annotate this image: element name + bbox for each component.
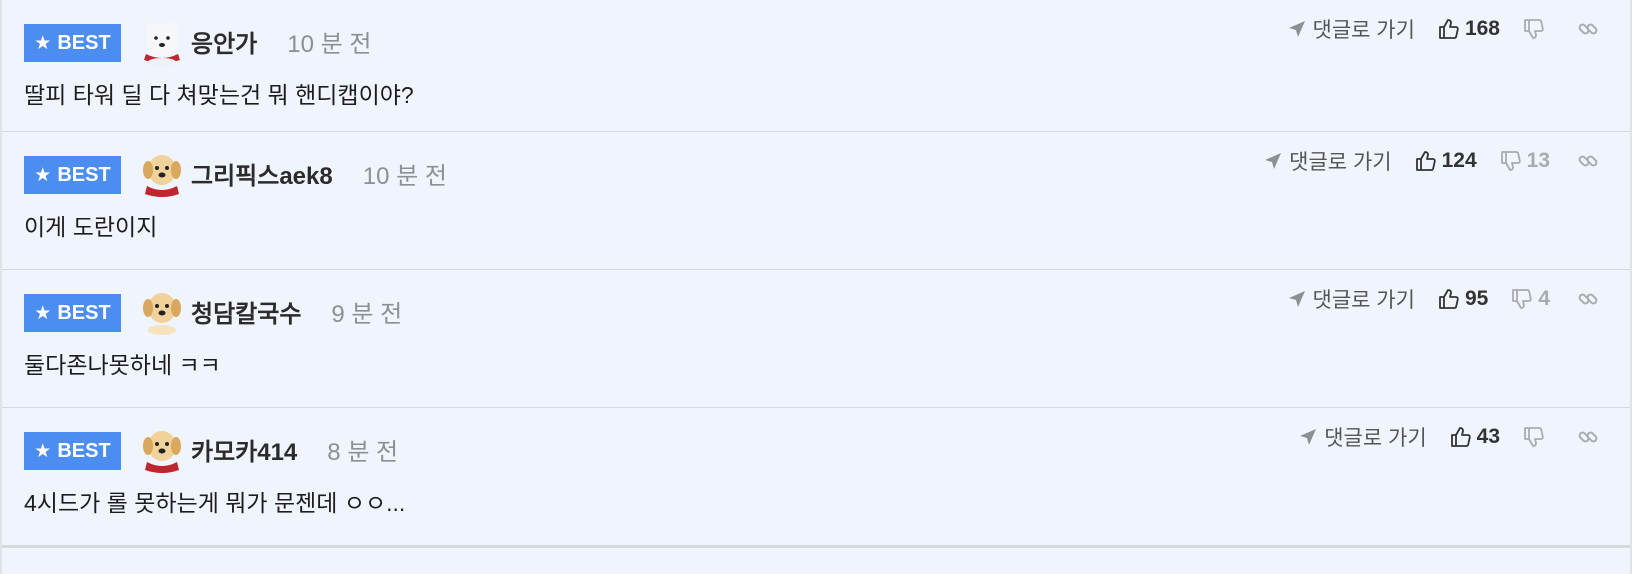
star-icon: ★	[34, 164, 52, 186]
star-icon: ★	[34, 440, 52, 462]
upvote-button[interactable]: 95	[1437, 287, 1488, 311]
comment-list: ★ BEST 응안가 10 분 전 댓글로 가기 168 딸피 타워 딜 다 쳐…	[0, 0, 1632, 574]
comment-actions: 댓글로 가기 43	[1298, 420, 1600, 454]
nickname[interactable]: 그리픽스aek8	[191, 156, 333, 191]
comment-text: 이게 도란이지	[24, 214, 158, 240]
comment-actions: 댓글로 가기 124 13	[1263, 144, 1600, 178]
avatar[interactable]	[137, 286, 187, 336]
upvote-count: 124	[1441, 149, 1477, 172]
timestamp: 8 분 전	[327, 438, 399, 466]
upvote-button[interactable]: 168	[1437, 17, 1500, 41]
nickname[interactable]: 응안가	[191, 24, 257, 59]
comment-text: 4시드가 롤 못하는게 뭐가 문젠데 ㅇㅇ...	[24, 490, 406, 516]
downvote-count: 4	[1538, 287, 1550, 310]
upvote-count: 43	[1476, 425, 1500, 448]
link-icon[interactable]	[1576, 149, 1600, 173]
upvote-button[interactable]: 43	[1449, 425, 1500, 449]
link-icon[interactable]	[1576, 17, 1600, 41]
timestamp: 9 분 전	[331, 300, 403, 328]
comment-header: ★ BEST 청담칼국수 9 분 전	[24, 286, 402, 336]
downvote-button[interactable]	[1522, 425, 1550, 449]
upvote-button[interactable]: 124	[1414, 149, 1477, 173]
comment-item: ★ BEST 카모카414 8 분 전 댓글로 가기 43 4시드가 롤 못하는…	[2, 408, 1630, 548]
best-badge: ★ BEST	[24, 24, 121, 62]
thumbs-down-icon	[1524, 427, 1544, 447]
nickname[interactable]: 카모카414	[191, 432, 297, 467]
send-arrow-icon	[1265, 153, 1282, 169]
comment-item: ★ BEST 응안가 10 분 전 댓글로 가기 168 딸피 타워 딜 다 쳐…	[2, 0, 1630, 132]
thumbs-up-icon	[1439, 289, 1459, 309]
thumbs-up-icon	[1450, 427, 1471, 447]
nickname[interactable]: 청담칼국수	[191, 294, 301, 329]
downvote-button[interactable]: 4	[1510, 287, 1550, 311]
send-arrow-icon	[1300, 429, 1317, 445]
star-icon: ★	[34, 32, 52, 54]
comment-text: 딸피 타워 딜 다 쳐맞는건 뭐 핸디캡이야?	[24, 82, 414, 108]
comment-text: 둘다존나못하네 ㅋㅋ	[24, 352, 221, 378]
downvote-count: 13	[1526, 149, 1550, 172]
timestamp: 10 분 전	[287, 30, 372, 58]
go-to-reply-link[interactable]: 댓글로 가기	[1287, 284, 1415, 314]
best-badge: ★ BEST	[24, 156, 121, 194]
thumbs-down-icon	[1524, 19, 1544, 39]
comment-actions: 댓글로 가기 168	[1287, 12, 1600, 46]
upvote-count: 168	[1464, 17, 1500, 40]
thumbs-down-icon	[1500, 151, 1521, 171]
downvote-button[interactable]: 13	[1499, 149, 1550, 173]
link-icon[interactable]	[1576, 425, 1600, 449]
send-arrow-icon	[1288, 21, 1305, 37]
go-to-reply-link[interactable]: 댓글로 가기	[1298, 422, 1427, 452]
go-to-reply-link[interactable]: 댓글로 가기	[1287, 14, 1415, 44]
send-arrow-icon	[1288, 291, 1305, 307]
best-badge: ★ BEST	[24, 294, 121, 332]
thumbs-up-icon	[1415, 151, 1436, 171]
avatar[interactable]	[137, 16, 187, 66]
link-icon[interactable]	[1576, 287, 1600, 311]
thumbs-up-icon	[1439, 19, 1459, 39]
thumbs-down-icon	[1512, 289, 1533, 309]
upvote-count: 95	[1464, 287, 1489, 310]
timestamp: 10 분 전	[362, 162, 447, 190]
downvote-button[interactable]	[1522, 17, 1550, 41]
comment-item: ★ BEST 그리픽스aek8 10 분 전 댓글로 가기 124 13 이게 …	[2, 132, 1630, 270]
best-badge: ★ BEST	[24, 432, 121, 470]
comment-header: ★ BEST 응안가 10 분 전	[24, 16, 371, 66]
star-icon: ★	[34, 302, 52, 324]
comment-header: ★ BEST 그리픽스aek8 10 분 전	[24, 148, 447, 198]
comment-header: ★ BEST 카모카414 8 분 전	[24, 424, 398, 474]
go-to-reply-link[interactable]: 댓글로 가기	[1263, 146, 1392, 176]
avatar[interactable]	[137, 424, 187, 474]
avatar[interactable]	[137, 148, 187, 198]
comment-actions: 댓글로 가기 95 4	[1287, 282, 1600, 316]
comment-item: ★ BEST 청담칼국수 9 분 전 댓글로 가기 95 4 둘다존나못하네 ㅋ…	[2, 270, 1630, 408]
